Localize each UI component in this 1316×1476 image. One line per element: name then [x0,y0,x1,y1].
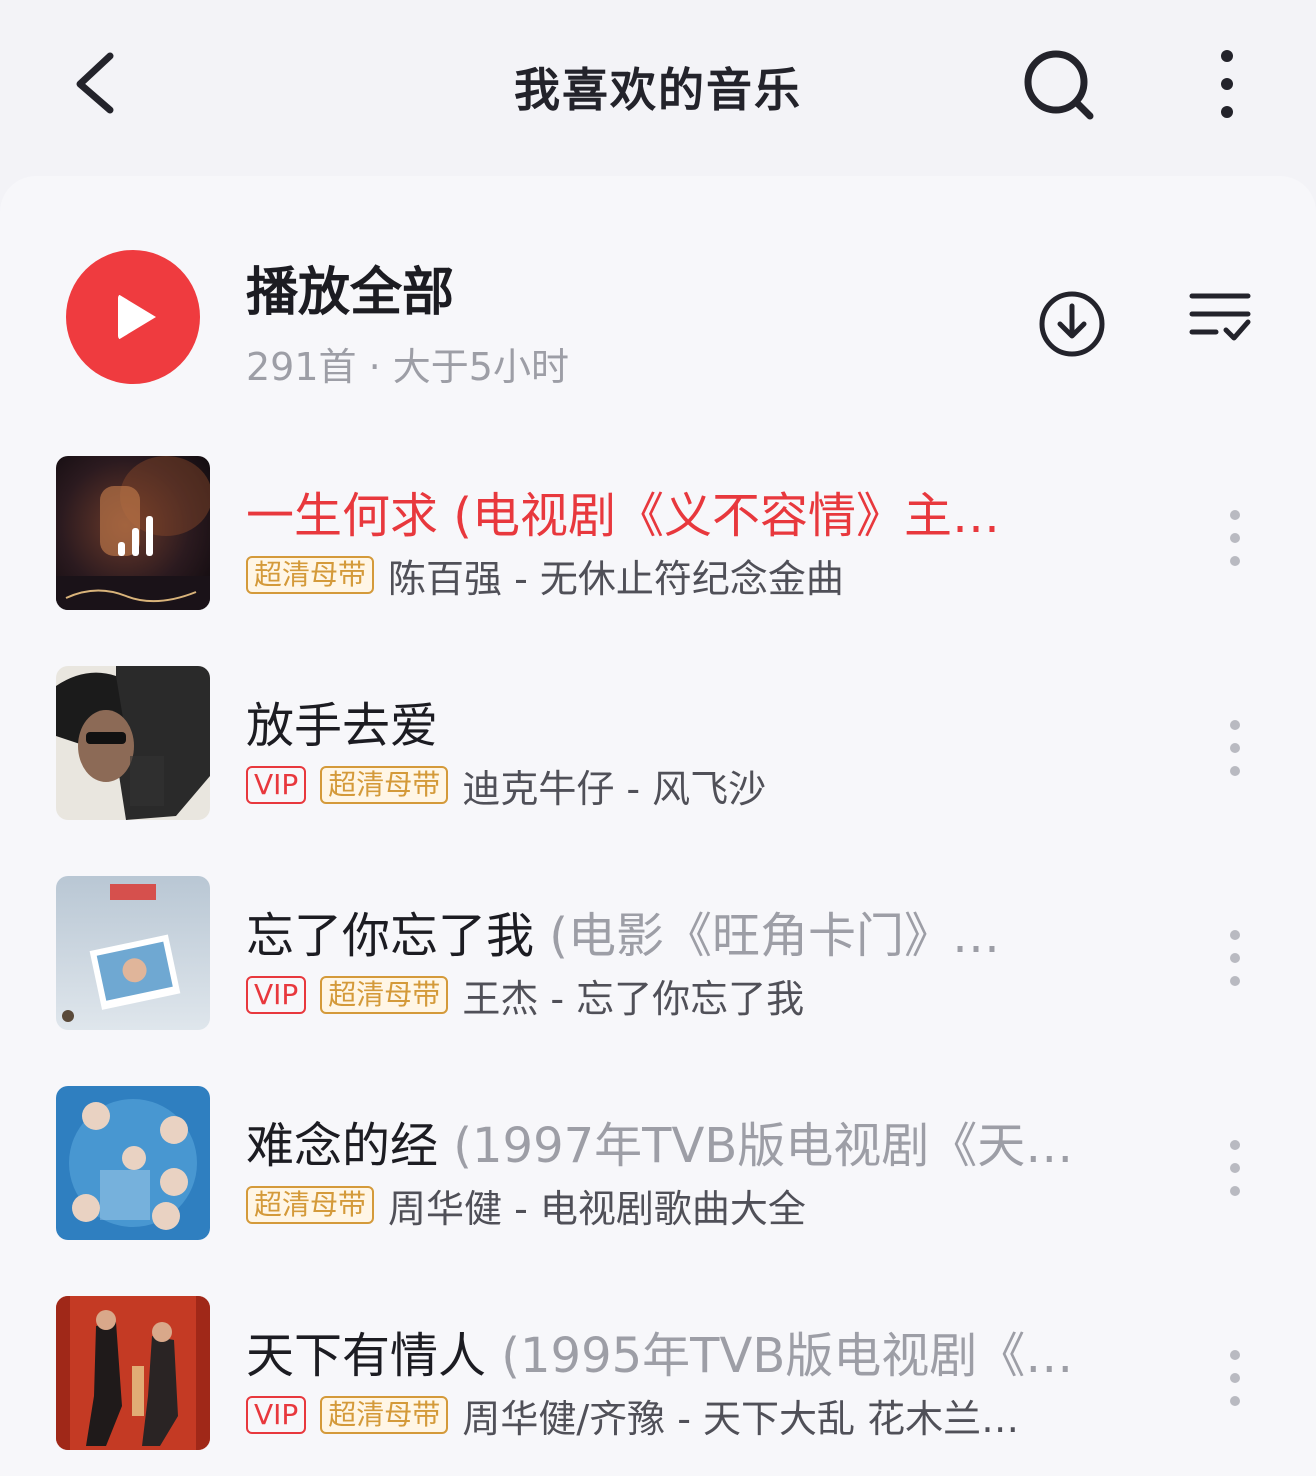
song-row[interactable]: 天下有情人 (1995年TVB版电视剧《… VIP 超清母带 周华健/齐豫 - … [0,1296,1316,1452]
album-cover [56,1296,210,1450]
quality-badge: 超清母带 [246,1186,375,1224]
song-meta: VIP 超清母带 周华健/齐豫 - 天下大乱 花木兰… [246,1390,1020,1441]
song-more-button[interactable] [1218,716,1254,780]
artist-album: 陈百强 - 无休止符纪念金曲 [388,556,844,601]
download-icon [1039,291,1105,357]
song-subtitle: (1997年TVB版电视剧《天… [438,1118,1074,1174]
album-cover [56,666,210,820]
play-all-button[interactable] [66,250,200,384]
vip-badge: VIP [246,766,307,804]
song-subtitle: (电影《旺角卡门》… [534,908,1001,964]
song-title: 忘了你忘了我 (电影《旺角卡门》… [246,896,1130,966]
quality-badge: 超清母带 [246,556,375,594]
artist-album: 迪克牛仔 - 风飞沙 [462,766,767,811]
song-meta: 超清母带 陈百强 - 无休止符纪念金曲 [246,550,844,601]
search-icon [1024,50,1094,120]
song-title-text: 难念的经 [246,1118,439,1174]
artist-album: 王杰 - 忘了你忘了我 [462,976,805,1021]
album-cover [56,1086,210,1240]
quality-badge: 超清母带 [320,976,449,1014]
vip-badge: VIP [246,976,307,1014]
song-title-text: 忘了你忘了我 [246,908,535,964]
quality-badge: 超清母带 [320,766,449,804]
more-options-button[interactable] [1207,44,1247,124]
artist-album: 周华健 - 电视剧歌曲大全 [388,1186,806,1231]
song-title-text: 放手去爱 [246,698,439,754]
song-title-text: 天下有情人 [246,1328,487,1384]
now-playing-icon [118,512,154,556]
song-row[interactable]: 放手去爱 VIP 超清母带 迪克牛仔 - 风飞沙 [0,666,1316,822]
play-icon [118,294,156,340]
song-meta: VIP 超清母带 王杰 - 忘了你忘了我 [246,970,805,1021]
album-cover [56,876,210,1030]
song-list-panel: 播放全部 291首 · 大于5小时 一生何求 (电视剧《义不容情》主… 超清母带… [0,176,1316,1476]
song-title-text: 一生何求 (电视剧《义不容情》主… [246,488,1000,544]
song-row[interactable]: 忘了你忘了我 (电影《旺角卡门》… VIP 超清母带 王杰 - 忘了你忘了我 [0,876,1316,1032]
song-more-button[interactable] [1218,1136,1254,1200]
search-button[interactable] [1020,44,1100,124]
song-title: 一生何求 (电视剧《义不容情》主… [246,476,1130,546]
artist-album: 周华健/齐豫 - 天下大乱 花木兰… [462,1396,1020,1441]
song-meta: VIP 超清母带 迪克牛仔 - 风飞沙 [246,760,767,811]
vip-badge: VIP [246,1396,307,1434]
song-more-button[interactable] [1218,1346,1254,1410]
more-vertical-icon [1221,50,1233,118]
song-subtitle: (1995年TVB版电视剧《… [486,1328,1074,1384]
song-row[interactable]: 一生何求 (电视剧《义不容情》主… 超清母带 陈百强 - 无休止符纪念金曲 [0,456,1316,612]
song-more-button[interactable] [1218,926,1254,990]
top-bar: 我喜欢的音乐 [0,0,1316,170]
page-title: 我喜欢的音乐 [514,63,802,117]
song-title: 天下有情人 (1995年TVB版电视剧《… [246,1316,1130,1386]
song-meta: 超清母带 周华健 - 电视剧歌曲大全 [246,1180,806,1231]
song-more-button[interactable] [1218,506,1254,570]
download-button[interactable] [1036,288,1108,360]
list-check-icon [1189,293,1251,341]
song-row[interactable]: 难念的经 (1997年TVB版电视剧《天… 超清母带 周华健 - 电视剧歌曲大全 [0,1086,1316,1242]
album-cover [56,456,210,610]
song-title: 放手去爱 [246,686,1130,756]
song-title: 难念的经 (1997年TVB版电视剧《天… [246,1106,1130,1176]
play-all-label[interactable]: 播放全部 [246,250,454,325]
multi-select-button[interactable] [1186,288,1254,348]
quality-badge: 超清母带 [320,1396,449,1434]
play-all-row[interactable]: 播放全部 291首 · 大于5小时 [0,176,1316,416]
play-all-meta: 291首 · 大于5小时 [246,345,569,389]
